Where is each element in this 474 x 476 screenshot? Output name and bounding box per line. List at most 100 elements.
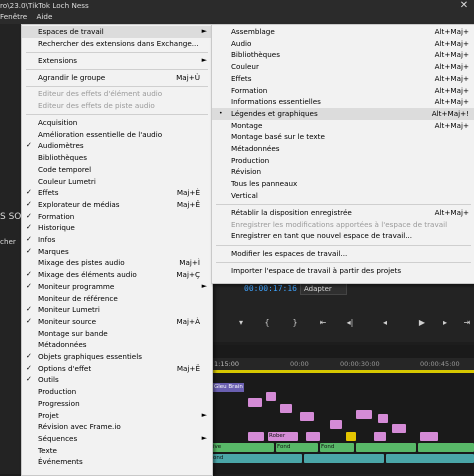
timeline-clip[interactable]: ive	[212, 443, 274, 452]
menu-aide[interactable]: Aide	[36, 12, 52, 21]
timeline-clip[interactable]	[248, 398, 262, 407]
menu-item-metadonnees[interactable]: Métadonnées	[212, 143, 474, 155]
timeline-clip[interactable]	[392, 424, 406, 433]
menu-bar: Fenêtre Aide	[0, 12, 59, 23]
menu-item-enregistrer-en-tant-que-nouvel-espace-de-travail[interactable]: Enregistrer en tant que nouvel espace de…	[212, 230, 474, 242]
menu-item-revision[interactable]: Révision	[212, 166, 474, 178]
timeline-clip[interactable]: ond	[212, 454, 302, 463]
menu-item-audio[interactable]: Audio Alt+Maj+	[212, 38, 474, 50]
mark-in-icon[interactable]: {	[262, 318, 272, 328]
menu-item-rechercher-des-extensions-dans-exchange[interactable]: Rechercher des extensions dans Exchange.…	[22, 38, 212, 50]
menu-item-acquisition[interactable]: Acquisition	[22, 117, 212, 129]
mark-out-icon[interactable]: }	[290, 318, 300, 328]
menu-item-retablir-la-disposition-enregistree[interactable]: Rétablir la disposition enregistrée Alt+M…	[212, 207, 474, 219]
menu-item-espaces-de-travail[interactable]: Espaces de travail ►	[22, 26, 212, 38]
menu-item-extensions[interactable]: Extensions ►	[22, 55, 212, 67]
menu-item-label: Audio	[231, 38, 252, 48]
menu-item-marques[interactable]: ✓ Marques	[22, 246, 212, 258]
timeline-clip[interactable]: Fond	[320, 443, 354, 452]
menu-item-couleur-lumetri[interactable]: Couleur Lumetri	[22, 176, 212, 188]
menu-item-mixage-des-elements-audio[interactable]: ✓ Mixage des éléments audio Maj+Ç	[22, 269, 212, 281]
timeline-clip[interactable]	[346, 432, 356, 441]
menu-item-tous-les-panneaux[interactable]: Tous les panneaux	[212, 178, 474, 190]
window-menu: Espaces de travail ► Rechercher des extens…	[21, 24, 213, 476]
menu-item-projet[interactable]: Projet ►	[22, 410, 212, 422]
menu-item-evenements[interactable]: Événements	[22, 456, 212, 468]
menu-item-montage[interactable]: Montage Alt+Maj+	[212, 120, 474, 132]
menu-item-legendes-et-graphiques[interactable]: • Légendes et graphiques Alt+Maj+!	[212, 107, 474, 120]
menu-item-metadonnees[interactable]: Métadonnées	[22, 339, 212, 351]
menu-item-agrandir-le-groupe[interactable]: Agrandir le groupe Maj+Ù	[22, 72, 212, 84]
timeline-clip[interactable]	[304, 454, 384, 463]
menu-item-informations-essentielles[interactable]: Informations essentielles Alt+Maj+	[212, 96, 474, 108]
menu-item-explorateur-de-medias[interactable]: ✓ Explorateur de médias Maj+Ê	[22, 199, 212, 211]
menu-item-couleur[interactable]: Couleur Alt+Maj+	[212, 61, 474, 73]
timeline-clip[interactable]	[280, 404, 292, 413]
timeline-clip[interactable]	[266, 392, 276, 401]
menu-item-label: Historique	[38, 223, 75, 233]
bullet-icon: •	[219, 109, 223, 117]
play-icon[interactable]: ▶	[417, 318, 427, 328]
timeline-clip[interactable]	[330, 420, 342, 429]
menu-fenetre[interactable]: Fenêtre	[0, 12, 27, 21]
timeline-clip[interactable]	[306, 432, 320, 441]
timeline-clip[interactable]	[378, 414, 388, 423]
menu-item-moniteur-de-reference[interactable]: Moniteur de référence	[22, 293, 212, 305]
add-marker-icon[interactable]: ▾	[236, 318, 246, 328]
checkmark-icon: ✓	[26, 246, 32, 255]
menu-item-assemblage[interactable]: Assemblage Alt+Maj+	[212, 26, 474, 38]
menu-item-progression[interactable]: Progression	[22, 398, 212, 410]
menu-item-code-temporel[interactable]: Code temporel	[22, 164, 212, 176]
timeline-clip[interactable]	[248, 432, 264, 441]
step-back-frame-icon[interactable]: ◂	[380, 318, 390, 328]
timeline-clip[interactable]	[356, 410, 372, 419]
menu-item-outils[interactable]: ✓ Outils	[22, 374, 212, 386]
menu-item-moniteur-lumetri[interactable]: ✓ Moniteur Lumetri	[22, 304, 212, 316]
timeline-clip[interactable]	[374, 432, 386, 441]
menu-item-infos[interactable]: ✓ Infos	[22, 234, 212, 246]
menu-item-bibliotheques[interactable]: Bibliothèques Alt+Maj+	[212, 49, 474, 61]
menu-item-production[interactable]: Production	[22, 386, 212, 398]
menu-item-bibliotheques[interactable]: Bibliothèques	[22, 152, 212, 164]
timeline-clip[interactable]: Gleu Brain	[213, 383, 244, 392]
menu-item-texte[interactable]: Texte	[22, 445, 212, 457]
menu-item-importer-l-espace-de-travail-a-partir-des-projets[interactable]: Importer l'espace de travail à partir de…	[212, 265, 474, 277]
menu-item-montage-base-sur-le-texte[interactable]: Montage basé sur le texte	[212, 131, 474, 143]
work-area-bar[interactable]	[212, 370, 474, 373]
menu-item-label: Événements	[38, 457, 83, 467]
menu-item-objets-graphiques-essentiels[interactable]: ✓ Objets graphiques essentiels	[22, 351, 212, 363]
menu-item-revision-avec-frame-io[interactable]: Révision avec Frame.io	[22, 421, 212, 433]
timeline-clip[interactable]	[418, 443, 474, 452]
menu-item-vertical[interactable]: Vertical	[212, 190, 474, 202]
timeline-clip[interactable]	[420, 432, 438, 441]
timecode-display[interactable]: 00:00:17:16	[244, 284, 297, 293]
menu-item-historique[interactable]: ✓ Historique	[22, 222, 212, 234]
menu-item-label: Amélioration essentielle de l'audio	[38, 129, 163, 139]
menu-item-production[interactable]: Production	[212, 155, 474, 167]
menu-item-mixage-des-pistes-audio[interactable]: Mixage des pistes audio Maj+Ì	[22, 257, 212, 269]
menu-item-effets[interactable]: Effets Alt+Maj+	[212, 73, 474, 85]
menu-item-sequences[interactable]: Séquences ►	[22, 433, 212, 445]
step-forward-icon[interactable]: ▸	[440, 318, 450, 328]
menu-item-amelioration-essentielle-de-l-audio[interactable]: Amélioration essentielle de l'audio	[22, 129, 212, 141]
menu-item-audiometres[interactable]: ✓ Audiomètres	[22, 140, 212, 152]
timeline-clip[interactable]	[386, 454, 474, 463]
timeline-clip[interactable]	[356, 443, 416, 452]
menu-item-montage-sur-bande[interactable]: Montage sur bande	[22, 328, 212, 340]
fit-select[interactable]: Adapter	[300, 283, 347, 295]
timeline-clip[interactable]: Fond	[276, 443, 318, 452]
menu-item-moniteur-programme[interactable]: ✓ Moniteur programme ►	[22, 281, 212, 293]
close-window-icon[interactable]: ✕	[454, 0, 474, 22]
menu-item-options-d-effet[interactable]: ✓ Options d'effet Maj+Ë	[22, 363, 212, 375]
timeline-clip[interactable]	[300, 412, 314, 421]
timeline-clip[interactable]: Rober	[268, 432, 298, 441]
menu-item-moniteur-source[interactable]: ✓ Moniteur source Maj+À	[22, 316, 212, 328]
menu-item-formation[interactable]: ✓ Formation	[22, 211, 212, 223]
go-to-out-icon[interactable]: ⇥	[462, 318, 472, 328]
menu-item-shortcut: Maj+È	[176, 188, 200, 198]
menu-item-modifier-les-espaces-de-travail[interactable]: Modifier les espaces de travail...	[212, 248, 474, 260]
step-back-icon[interactable]: ◂|	[345, 318, 355, 328]
menu-item-effets[interactable]: ✓ Effets Maj+È	[22, 187, 212, 199]
go-to-in-icon[interactable]: ⇤	[318, 318, 328, 328]
menu-item-formation[interactable]: Formation Alt+Maj+	[212, 85, 474, 97]
